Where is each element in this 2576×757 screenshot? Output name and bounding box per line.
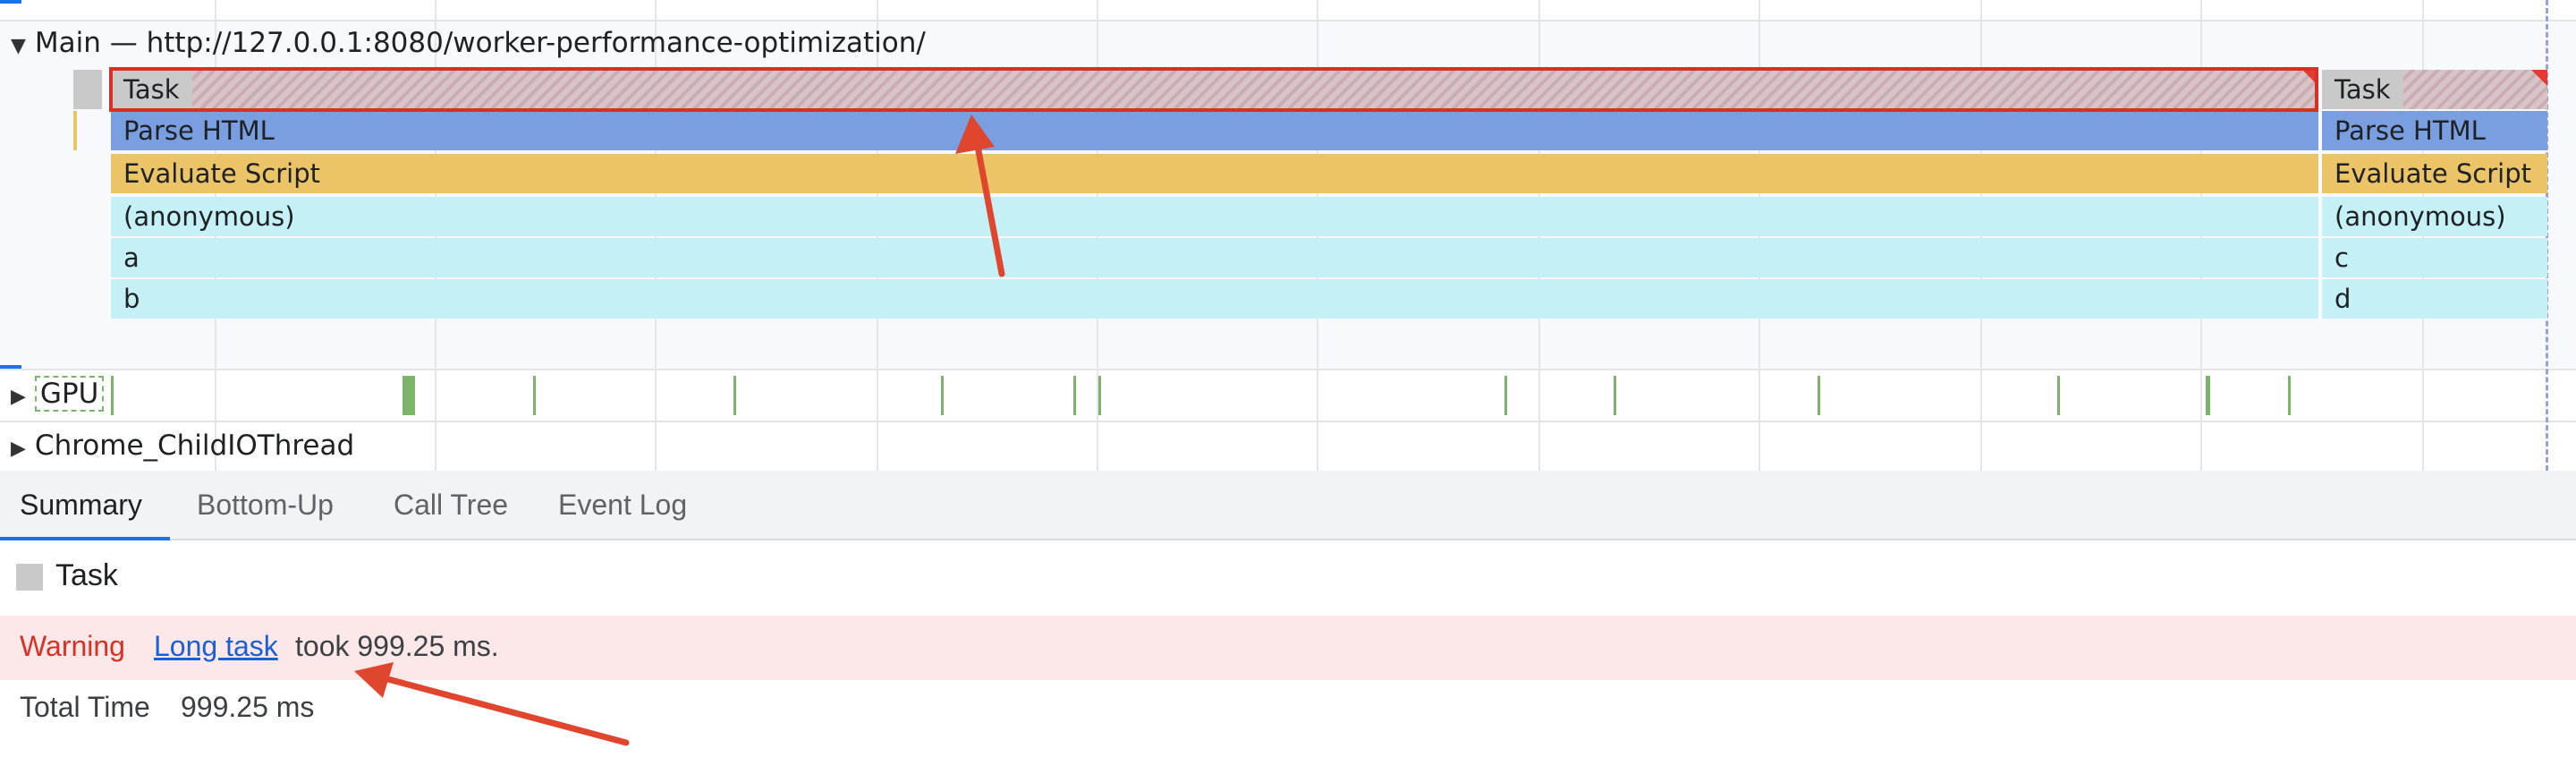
parse-html-bar[interactable]: Parse HTML: [2322, 111, 2547, 150]
small-event-block[interactable]: [73, 111, 77, 150]
warning-text: took 999.25 ms.: [295, 630, 499, 662]
tab-bottom-up[interactable]: Bottom-Up: [195, 471, 335, 539]
gpu-event[interactable]: [1098, 376, 1101, 415]
function-bar-b[interactable]: b: [111, 279, 2318, 319]
gpu-event[interactable]: [941, 376, 944, 415]
gpu-track-header[interactable]: ▶ GPU: [11, 376, 105, 412]
gpu-event[interactable]: [2206, 376, 2210, 415]
tab-event-log[interactable]: Event Log: [556, 471, 689, 539]
io-thread-track-header[interactable]: ▶ Chrome_ChildIOThread: [11, 430, 354, 462]
gpu-event[interactable]: [111, 376, 114, 415]
total-time-label: Total Time: [20, 691, 150, 723]
anonymous-function-bar[interactable]: (anonymous): [111, 197, 2318, 236]
selection-marker: [0, 0, 21, 4]
long-task-warning-icon: [2531, 70, 2547, 86]
track-divider: [0, 20, 2576, 21]
gpu-event[interactable]: [1614, 376, 1616, 415]
gpu-event[interactable]: [402, 376, 415, 415]
long-task-link[interactable]: Long task: [154, 630, 278, 663]
task-bar-label: Task: [2322, 70, 2403, 109]
small-task-block[interactable]: [73, 70, 102, 109]
warning-row: Warning Long task took 999.25 ms.: [0, 616, 2576, 680]
total-time-value: 999.25 ms: [181, 691, 315, 723]
warning-label: Warning: [20, 630, 125, 662]
summary-title: Task: [55, 558, 118, 592]
gpu-event[interactable]: [733, 376, 736, 415]
main-track-title: Main — http://127.0.0.1:8080/worker-perf…: [34, 27, 926, 59]
track-divider: [0, 369, 2576, 370]
gpu-event[interactable]: [2057, 376, 2060, 415]
parse-html-bar[interactable]: Parse HTML: [111, 111, 2318, 150]
function-bar-a[interactable]: a: [111, 238, 2318, 277]
gpu-event[interactable]: [1073, 376, 1076, 415]
track-divider: [0, 421, 2576, 422]
anonymous-function-bar[interactable]: (anonymous): [2322, 197, 2547, 236]
gpu-event[interactable]: [2288, 376, 2291, 415]
details-tab-bar: Summary Bottom-Up Call Tree Event Log: [0, 471, 2576, 540]
expand-triangle-icon[interactable]: ▶: [11, 438, 26, 460]
function-bar-c[interactable]: c: [2322, 238, 2547, 277]
gpu-event[interactable]: [533, 376, 536, 415]
task-bar-second[interactable]: Task: [2322, 70, 2547, 109]
expand-triangle-icon[interactable]: ▼: [11, 35, 26, 57]
gpu-event[interactable]: [1818, 376, 1820, 415]
tab-call-tree[interactable]: Call Tree: [392, 471, 510, 539]
tab-summary[interactable]: Summary: [18, 471, 144, 539]
gpu-track-title: GPU: [34, 376, 105, 412]
timeline-panel[interactable]: ▼ Main — http://127.0.0.1:8080/worker-per…: [0, 0, 2576, 471]
selection-marker: [0, 365, 21, 369]
evaluate-script-bar[interactable]: Evaluate Script: [2322, 154, 2547, 193]
gpu-event[interactable]: [1504, 376, 1507, 415]
selected-task-highlight: [109, 67, 2318, 112]
summary-panel: Task Warning Long task took 999.25 ms. T…: [0, 540, 2576, 757]
evaluate-script-bar[interactable]: Evaluate Script: [111, 154, 2318, 193]
expand-triangle-icon[interactable]: ▶: [11, 386, 26, 408]
io-thread-track-title: Chrome_ChildIOThread: [34, 430, 355, 462]
task-color-swatch: [16, 564, 43, 591]
function-bar-d[interactable]: d: [2322, 279, 2547, 319]
main-track-header[interactable]: ▼ Main — http://127.0.0.1:8080/worker-per…: [11, 27, 926, 59]
